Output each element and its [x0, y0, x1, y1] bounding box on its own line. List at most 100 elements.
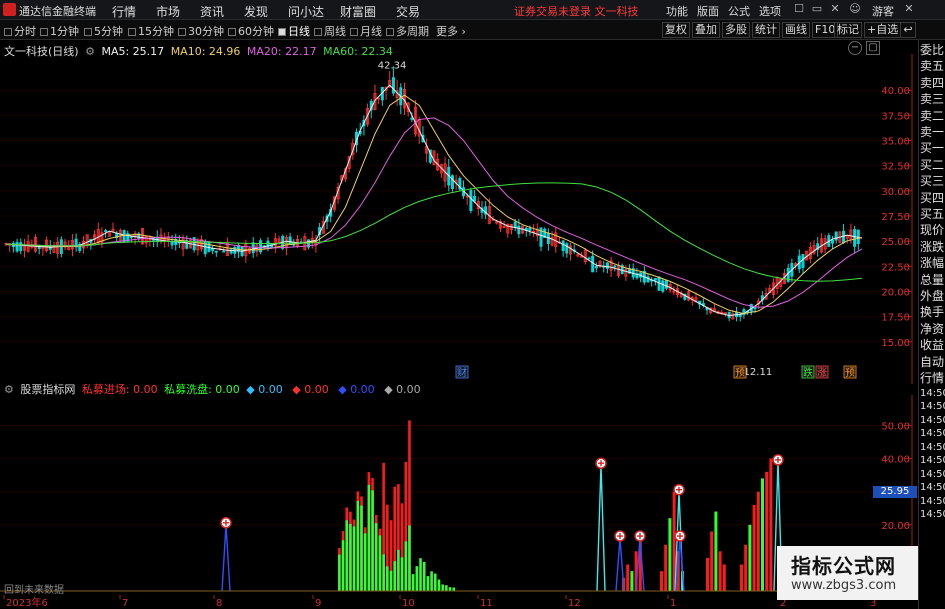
app-name: 通达信金融终端 [19, 5, 96, 18]
side-label[interactable]: 涨幅 [920, 257, 944, 269]
price-axis-label: 22.50 [881, 262, 910, 273]
side-label[interactable]: 买三 [920, 175, 944, 187]
side-label[interactable]: 14:50 [920, 415, 945, 427]
overlay-button[interactable]: 叠加 [692, 22, 720, 38]
candle-body [587, 257, 591, 260]
sub-axis-label: 40.00 [881, 455, 910, 466]
add-favorite-button[interactable]: +自选 [864, 22, 902, 38]
multi-stock-button[interactable]: 多股 [722, 22, 750, 38]
period-30min[interactable]: 30分钟 [178, 23, 224, 39]
green-bar [389, 570, 393, 591]
checkbox-icon [228, 28, 236, 36]
side-label[interactable]: 总量 [920, 274, 944, 286]
red-bar [744, 544, 748, 591]
side-label[interactable]: 自动 [920, 356, 944, 368]
menu-options[interactable]: 选项 [759, 3, 781, 19]
menu-layout[interactable]: 版面 [697, 3, 719, 19]
close-icon[interactable]: ✕ [828, 2, 842, 16]
side-label[interactable]: 买二 [920, 159, 944, 171]
period-1min[interactable]: 1分钟 [40, 23, 79, 39]
green-bar [393, 561, 396, 591]
green-bar [345, 520, 349, 591]
login-notice[interactable]: 证券交易未登录 文一科技 [514, 3, 639, 19]
green-bar [408, 525, 411, 591]
side-label[interactable]: 卖一 [920, 126, 944, 138]
period-weekly[interactable]: 周线 [314, 23, 346, 39]
period-monthly[interactable]: 月线 [350, 23, 382, 39]
side-label[interactable]: 买五 [920, 208, 944, 220]
green-bar [452, 587, 456, 591]
side-label[interactable]: 现价 [920, 224, 944, 236]
side-label[interactable]: 收益 [920, 339, 944, 351]
period-5min[interactable]: 5分钟 [84, 23, 123, 39]
period-60min[interactable]: 60分钟 [228, 23, 274, 39]
checkbox-icon [314, 28, 322, 36]
side-label[interactable]: 14:50 [920, 401, 945, 413]
side-label[interactable]: 14:50 [920, 482, 945, 494]
checkbox-icon [40, 28, 48, 36]
side-label[interactable]: 14:50 [920, 509, 945, 521]
side-label[interactable]: 14:50 [920, 469, 945, 481]
green-bar [422, 561, 426, 591]
period-daily[interactable]: 日线 [278, 23, 310, 39]
menu-formula[interactable]: 公式 [728, 3, 750, 19]
side-label[interactable]: 卖五 [920, 60, 944, 72]
skin-icon[interactable]: ☐ [792, 2, 806, 16]
draw-button[interactable]: 画线 [782, 22, 810, 38]
side-label[interactable]: 净资 [920, 323, 944, 335]
user-icon[interactable]: ☺ [848, 2, 862, 16]
menu-market[interactable]: 市场 [156, 3, 180, 20]
menu-quotes[interactable]: 行情 [112, 3, 136, 20]
minimize-icon[interactable]: ▭ [810, 2, 824, 16]
candle-body [450, 175, 454, 190]
side-label[interactable]: 14:50 [920, 496, 945, 508]
candle-body [222, 250, 226, 253]
period-more[interactable]: 更多 › [436, 23, 466, 39]
side-label[interactable]: 换手 [920, 306, 944, 318]
sub-axis-label: 20.00 [881, 521, 910, 532]
menu-discover[interactable]: 发现 [244, 3, 268, 20]
back-arrow-icon[interactable]: ↩ [900, 22, 916, 38]
menu-ask[interactable]: 问小达 [288, 3, 324, 20]
side-label[interactable]: 14:50 [920, 428, 945, 440]
candle-body [214, 250, 218, 253]
close-window-icon[interactable]: ✕ [902, 2, 916, 16]
menu-wealth[interactable]: 财富圈 [340, 3, 376, 20]
maximize-icon[interactable]: ▢ [866, 41, 880, 55]
side-label[interactable]: 买四 [920, 192, 944, 204]
side-label[interactable]: 14:50 [920, 442, 945, 454]
side-label[interactable]: 买一 [920, 142, 944, 154]
period-multi[interactable]: 多周期 [386, 23, 429, 39]
date-label: 8 [216, 598, 222, 609]
period-15min[interactable]: 15分钟 [128, 23, 174, 39]
green-bar [415, 566, 419, 591]
sub-header: ⚙ 股票指标网 私募进场: 0.00 私募洗盘: 0.00 ◆ 0.00 ◆ 0… [4, 381, 427, 396]
menu-trade[interactable]: 交易 [396, 3, 420, 20]
side-label[interactable]: 行情 [920, 372, 944, 384]
zoom-icon[interactable]: − [848, 41, 862, 55]
guest-label[interactable]: 游客 [872, 3, 894, 19]
side-label[interactable]: 14:50 [920, 455, 945, 467]
candle-body [605, 262, 609, 269]
green-bar [341, 540, 345, 591]
menu-function[interactable]: 功能 [666, 3, 688, 19]
side-label[interactable]: 委比 [920, 44, 944, 56]
side-label[interactable]: 14:50 [920, 388, 945, 400]
period-tick[interactable]: 分时 [4, 23, 36, 39]
menu-news[interactable]: 资讯 [200, 3, 224, 20]
green-bar [338, 554, 341, 591]
price-axis-label: 20.00 [881, 287, 910, 298]
spike-line [221, 524, 231, 592]
side-label[interactable]: 外盘 [920, 290, 944, 302]
mark-button[interactable]: 标记 [834, 22, 862, 38]
side-label[interactable]: 卖四 [920, 77, 944, 89]
side-label[interactable]: 卖二 [920, 110, 944, 122]
side-label[interactable]: 涨跌 [920, 241, 944, 253]
price-axis-label: 35.00 [881, 137, 910, 148]
statistics-button[interactable]: 统计 [752, 22, 780, 38]
side-label[interactable]: 卖三 [920, 93, 944, 105]
candle-body [410, 117, 414, 120]
adjust-button[interactable]: 复权 [662, 22, 690, 38]
candlestick-chart[interactable]: 40.00 37.50 35.00 32.50 30.00 27.50 25.00 22.50… [0, 54, 918, 384]
event-marker: 预 [845, 367, 855, 379]
